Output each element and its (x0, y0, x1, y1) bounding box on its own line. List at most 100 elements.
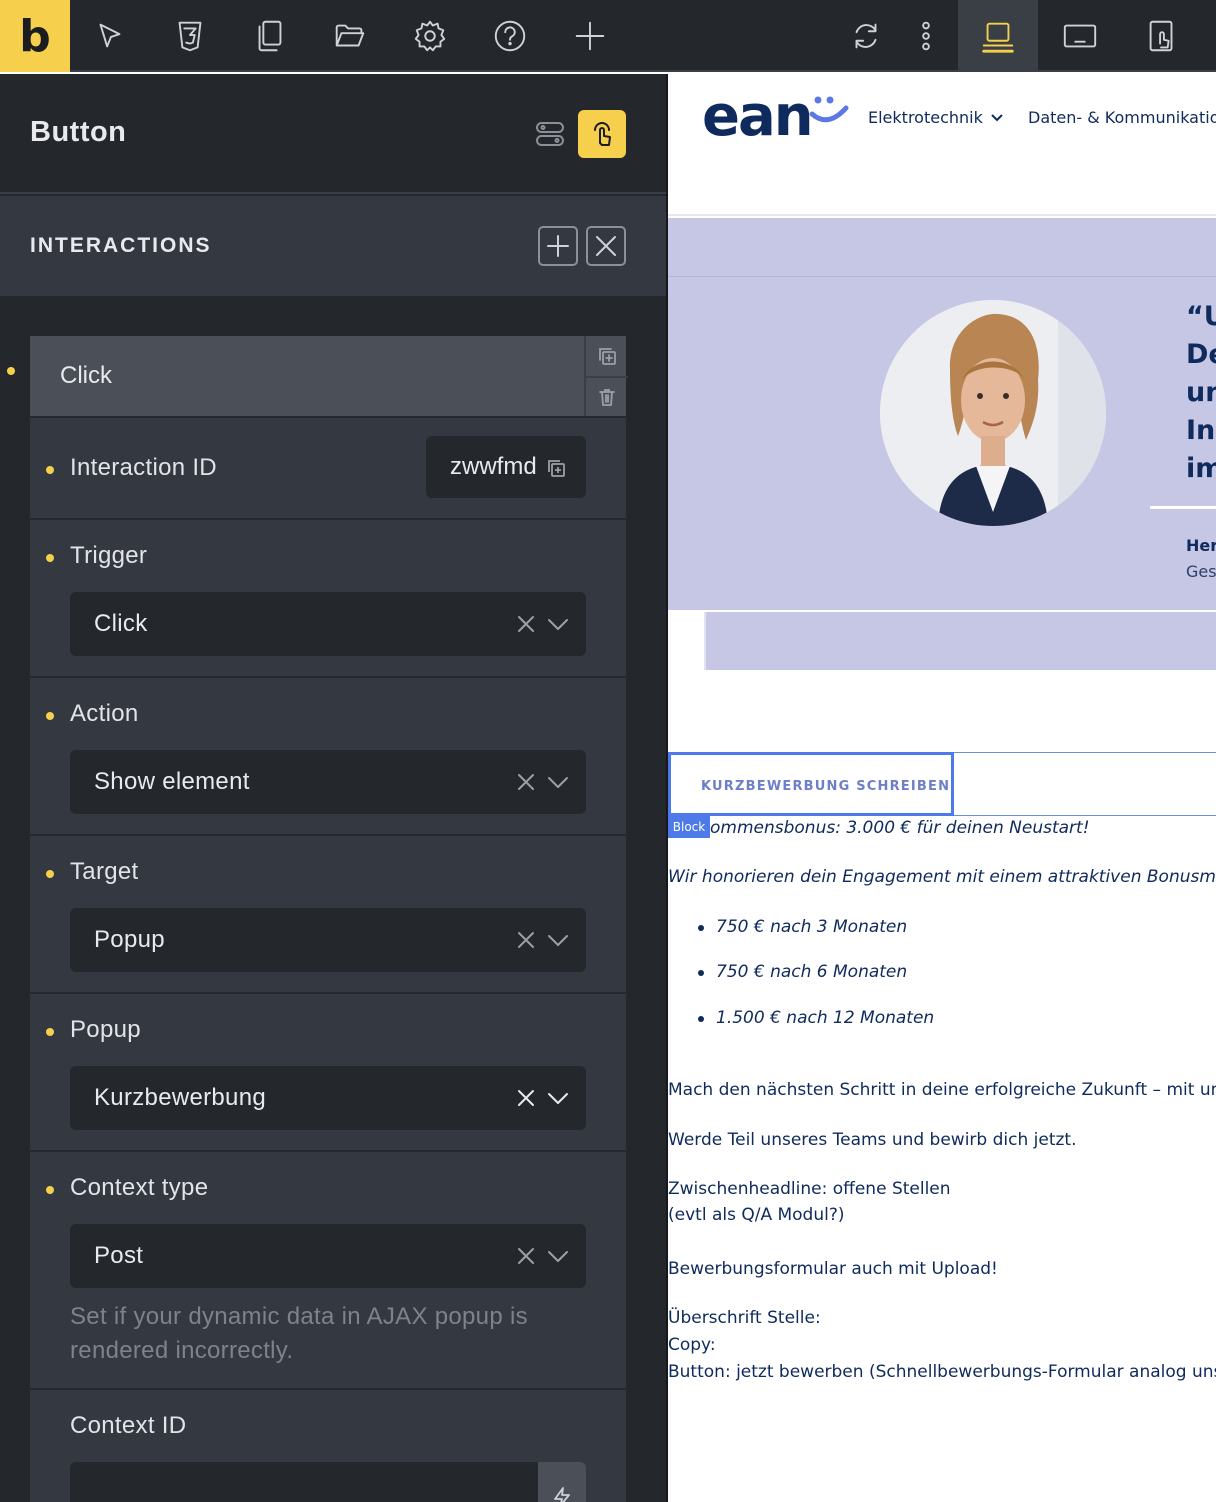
interaction-name: Click (60, 362, 112, 389)
person-name: Her (1186, 536, 1216, 555)
action-field: Action Show element (30, 676, 626, 834)
nav-item-elektrotechnik[interactable]: Elektrotechnik (868, 108, 983, 127)
paragraph: Bewerbungsformular auch mit Upload! (668, 1259, 998, 1279)
person-role: Ges (1186, 562, 1216, 581)
popup-select[interactable]: Kurzbewerbung (70, 1066, 586, 1130)
target-select[interactable]: Popup (70, 908, 586, 972)
popup-value: Kurzbewerbung (94, 1084, 267, 1111)
clear-icon[interactable] (516, 772, 536, 792)
paragraph: (evtl als Q/A Modul?) (668, 1205, 845, 1225)
chevron-down-icon (991, 114, 1003, 122)
add-interaction-button[interactable] (538, 226, 578, 266)
copy-icon[interactable] (546, 458, 566, 478)
modified-indicator (7, 367, 15, 375)
element-settings-panel: Button INTERACTIONS Click Interaction ID (0, 74, 666, 1502)
list-item: 750 € nach 6 Monaten (716, 962, 908, 982)
close-interactions-button[interactable] (586, 226, 626, 266)
context-id-input[interactable] (70, 1462, 538, 1502)
context-id-label: Context ID (70, 1412, 187, 1439)
interaction-item-actions (584, 336, 628, 416)
portrait-photo (880, 300, 1106, 526)
chevron-down-icon (548, 935, 568, 946)
site-header: ean Elektrotechnik Daten- & Kommunikatio… (668, 74, 1216, 216)
field-dot (46, 870, 54, 878)
nav-item-daten-kommunikation[interactable]: Daten- & Kommunikation (1028, 108, 1216, 127)
settings-icon[interactable] (390, 0, 470, 72)
clear-icon[interactable] (516, 614, 536, 634)
trigger-value: Click (94, 610, 148, 637)
paragraph: Copy: (668, 1335, 716, 1355)
interaction-item-header[interactable]: Click (30, 336, 584, 416)
quote-rule (1150, 506, 1216, 509)
pages-icon[interactable] (230, 0, 310, 72)
css3-icon[interactable] (150, 0, 230, 72)
plus-icon[interactable] (550, 0, 630, 72)
action-select[interactable]: Show element (70, 750, 586, 814)
field-dot (46, 1028, 54, 1036)
bullet (698, 970, 704, 976)
more-vertical-icon[interactable] (896, 0, 956, 72)
divider (668, 276, 1216, 277)
trigger-field: Trigger Click (30, 518, 626, 676)
section-title: INTERACTIONS (30, 234, 212, 257)
target-field: Target Popup (30, 834, 626, 992)
context-type-label: Context type (70, 1174, 209, 1201)
interactions-section-header[interactable]: INTERACTIONS (0, 196, 666, 296)
field-dot (46, 1186, 54, 1194)
trigger-label: Trigger (70, 542, 148, 569)
block-tag[interactable]: Block (668, 816, 710, 838)
chevron-down-icon (548, 1251, 568, 1262)
context-type-select[interactable]: Post (70, 1224, 586, 1288)
action-label: Action (70, 700, 139, 727)
paragraph: Button: jetzt bewerben (Schnellbewerbung… (668, 1362, 1216, 1382)
tablet-landscape-icon[interactable] (1040, 0, 1120, 72)
popup-label: Popup (70, 1016, 141, 1043)
bullet (698, 1016, 704, 1022)
chevron-down-icon (548, 619, 568, 630)
cursor-icon[interactable] (70, 0, 150, 72)
paragraph: Werde Teil unseres Teams und bewirb dich… (668, 1130, 1077, 1150)
toggle-panel-icon[interactable] (526, 110, 574, 158)
kurzbewerbung-button[interactable]: KURZBEWERBUNG SCHREIBEN (668, 752, 954, 816)
dynamic-data-icon[interactable] (538, 1462, 586, 1502)
folder-icon[interactable] (310, 0, 390, 72)
help-icon[interactable] (470, 0, 550, 72)
smile-logo-icon (809, 96, 849, 123)
clear-icon[interactable] (516, 930, 536, 950)
clear-icon[interactable] (516, 1088, 536, 1108)
clear-icon[interactable] (516, 1246, 536, 1266)
field-dot (46, 466, 54, 474)
bullet (698, 925, 704, 931)
interaction-id-input[interactable]: zwwfmd (426, 436, 586, 498)
target-value: Popup (94, 926, 165, 953)
target-label: Target (70, 858, 139, 885)
site-logo[interactable]: ean (702, 84, 814, 149)
action-value: Show element (94, 768, 250, 795)
duplicate-icon[interactable] (586, 336, 628, 376)
interaction-id-field: Interaction ID zwwfmd (30, 416, 626, 518)
panel-title: Button (30, 116, 127, 148)
context-id-field: Context ID (30, 1388, 626, 1502)
context-type-field: Context type Post Set if your dynamic da… (30, 1150, 626, 1388)
trash-icon[interactable] (586, 376, 628, 416)
desktop-breakpoint-icon[interactable] (958, 0, 1038, 72)
hero-sub-block (704, 612, 1216, 670)
paragraph: Überschrift Stelle: (668, 1308, 821, 1328)
testimonial-hero: “U De un Inn im Her Ges (668, 218, 1216, 610)
tablet-portrait-icon[interactable] (1122, 0, 1202, 72)
preview-canvas: ean Elektrotechnik Daten- & Kommunikatio… (668, 74, 1216, 1502)
panel-header: Button (0, 74, 666, 194)
list-item: 1.500 € nach 12 Monaten (716, 1008, 935, 1028)
paragraph: Zwischenheadline: offene Stellen (668, 1179, 951, 1199)
popup-field: Popup Kurzbewerbung (30, 992, 626, 1150)
field-dot (46, 712, 54, 720)
refresh-icon[interactable] (826, 0, 906, 72)
trigger-select[interactable]: Click (70, 592, 586, 656)
interaction-id-value: zwwfmd (450, 453, 537, 480)
chevron-down-icon (548, 777, 568, 788)
bonus-headline: ommensbonus: 3.000 € für deinen Neustart… (710, 818, 1090, 838)
interaction-id-label: Interaction ID (70, 454, 217, 481)
builder-logo[interactable]: b (0, 0, 70, 72)
button-label: KURZBEWERBUNG SCHREIBEN (701, 779, 951, 794)
interactions-icon[interactable] (578, 110, 626, 158)
